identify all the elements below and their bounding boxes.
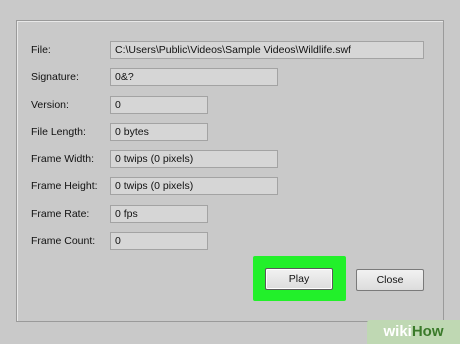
frame-width-label: Frame Width: [31,153,95,165]
wikihow-watermark: wikiHow [367,320,460,344]
file-label: File: [31,44,51,56]
close-button[interactable]: Close [356,269,424,291]
frame-height-label: Frame Height: [31,180,98,192]
watermark-wiki: wiki [383,323,412,340]
frame-height-field[interactable]: 0 twips (0 pixels) [110,177,278,195]
file-length-field[interactable]: 0 bytes [110,123,208,141]
version-label: Version: [31,99,69,111]
frame-count-field[interactable]: 0 [110,232,208,250]
frame-rate-label: Frame Rate: [31,208,90,220]
watermark-how: How [411,323,444,340]
play-button[interactable]: Play [265,268,333,290]
signature-field[interactable]: 0&? [110,68,278,86]
frame-rate-field[interactable]: 0 fps [110,205,208,223]
version-field[interactable]: 0 [110,96,208,114]
file-field[interactable]: C:\Users\Public\Videos\Sample Videos\Wil… [110,41,424,59]
frame-count-label: Frame Count: [31,235,96,247]
frame-width-field[interactable]: 0 twips (0 pixels) [110,150,278,168]
file-length-label: File Length: [31,126,86,138]
signature-label: Signature: [31,71,79,83]
